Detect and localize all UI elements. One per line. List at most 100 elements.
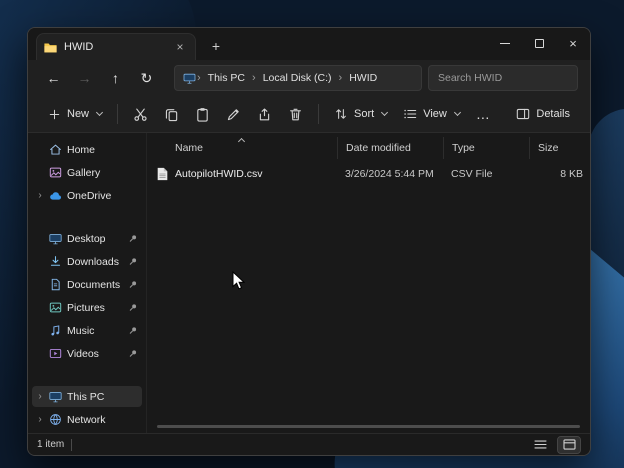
command-toolbar: New Sort	[28, 96, 590, 133]
breadcrumb-hwid[interactable]: HWID	[343, 70, 383, 86]
forward-button[interactable]: →	[71, 65, 98, 91]
refresh-button[interactable]: ↻	[133, 65, 160, 91]
minimize-icon	[500, 43, 510, 44]
sidebar-label: This PC	[67, 391, 138, 403]
desktop: HWID × + × ← → ↑ ↻ › This PC › Local Dis…	[0, 0, 624, 468]
chevron-down-icon	[454, 109, 461, 116]
sidebar-label: Gallery	[67, 167, 138, 179]
file-size: 8 KB	[529, 168, 589, 180]
sidebar-item-documents[interactable]: Documents	[32, 274, 142, 295]
documents-icon	[49, 278, 62, 291]
navigation-bar: ← → ↑ ↻ › This PC › Local Disk (C:) › HW…	[28, 60, 590, 96]
new-button[interactable]: New	[40, 100, 110, 128]
gallery-icon	[49, 166, 62, 179]
file-row-autopilothwid[interactable]: AutopilotHWID.csv 3/26/2024 5:44 PM CSV …	[147, 163, 590, 185]
column-header-type[interactable]: Type	[443, 137, 529, 159]
sidebar-label: Documents	[67, 279, 123, 291]
details-button[interactable]: Details	[508, 100, 578, 128]
copy-button[interactable]	[158, 100, 185, 128]
breadcrumb-chevron-icon: ›	[196, 72, 202, 84]
paste-icon	[195, 107, 210, 122]
explorer-tab[interactable]: HWID ×	[36, 33, 196, 60]
share-button[interactable]	[251, 100, 278, 128]
search-input[interactable]	[438, 72, 568, 84]
sidebar-label: Desktop	[67, 233, 123, 245]
maximize-icon	[535, 39, 544, 48]
breadcrumb-this-pc[interactable]: This PC	[202, 70, 251, 86]
sidebar-item-home[interactable]: Home	[32, 139, 142, 160]
chevron-right-icon[interactable]: ›	[36, 391, 44, 402]
paste-button[interactable]	[189, 100, 216, 128]
chevron-right-icon[interactable]: ›	[36, 190, 44, 201]
up-button[interactable]: ↑	[102, 65, 129, 91]
sort-button[interactable]: Sort	[326, 100, 395, 128]
view-icon	[403, 107, 417, 121]
pin-icon	[128, 257, 138, 266]
sort-label: Sort	[354, 108, 374, 120]
onedrive-icon	[49, 191, 62, 201]
sort-icon	[334, 107, 348, 121]
more-options-button[interactable]: …	[470, 100, 497, 128]
address-bar[interactable]: › This PC › Local Disk (C:) › HWID	[174, 65, 422, 91]
mouse-cursor	[232, 271, 245, 290]
sidebar-item-videos[interactable]: Videos	[32, 343, 142, 364]
pin-icon	[128, 303, 138, 312]
sidebar-item-network[interactable]: › Network	[32, 409, 142, 430]
sidebar-label: OneDrive	[67, 190, 138, 202]
window-controls: ×	[488, 28, 590, 58]
rename-button[interactable]	[220, 100, 247, 128]
sidebar-label: Music	[67, 325, 123, 337]
pictures-icon	[49, 301, 62, 314]
file-name: AutopilotHWID.csv	[175, 168, 263, 180]
maximize-button[interactable]	[522, 28, 556, 58]
folder-icon	[44, 42, 57, 53]
titlebar: HWID × + ×	[28, 28, 590, 60]
pin-icon	[128, 326, 138, 335]
status-bar: 1 item	[28, 433, 590, 455]
breadcrumb-chevron-icon: ›	[251, 72, 257, 84]
delete-button[interactable]	[282, 100, 309, 128]
pin-icon	[128, 280, 138, 289]
sidebar-item-gallery[interactable]: Gallery	[32, 162, 142, 183]
rename-icon	[226, 107, 241, 122]
tab-title: HWID	[64, 41, 165, 53]
sidebar-label: Videos	[67, 348, 123, 360]
toolbar-divider	[318, 104, 319, 124]
back-button[interactable]: ←	[40, 65, 67, 91]
list-view-toggle-button[interactable]	[529, 437, 551, 453]
file-list-pane: Name Date modified Type Size AutopilotHW…	[146, 133, 590, 433]
sidebar-item-onedrive[interactable]: › OneDrive	[32, 185, 142, 206]
cut-button[interactable]	[127, 100, 154, 128]
details-view-icon	[563, 439, 576, 450]
videos-icon	[49, 347, 62, 360]
close-button[interactable]: ×	[556, 28, 590, 58]
column-header-name[interactable]: Name	[147, 137, 337, 159]
search-box[interactable]	[428, 65, 578, 91]
details-view-toggle-button[interactable]	[558, 437, 580, 453]
navigation-pane: Home Gallery › OneDrive Desktop	[28, 133, 146, 433]
trash-icon	[288, 107, 303, 122]
tab-close-icon[interactable]: ×	[172, 39, 188, 55]
chevron-right-icon[interactable]: ›	[36, 414, 44, 425]
column-header-date-modified[interactable]: Date modified	[337, 137, 443, 159]
sidebar-item-this-pc[interactable]: › This PC	[32, 386, 142, 407]
item-count: 1 item	[37, 439, 64, 450]
this-pc-icon	[183, 73, 196, 84]
downloads-icon	[49, 255, 62, 268]
column-header-size[interactable]: Size	[529, 137, 589, 159]
sidebar-label: Network	[67, 414, 138, 426]
cut-icon	[133, 107, 148, 122]
sidebar-item-downloads[interactable]: Downloads	[32, 251, 142, 272]
minimize-button[interactable]	[488, 28, 522, 58]
sidebar-item-music[interactable]: Music	[32, 320, 142, 341]
file-type: CSV File	[443, 168, 529, 180]
sidebar-label: Home	[67, 144, 138, 156]
sidebar-item-desktop[interactable]: Desktop	[32, 228, 142, 249]
file-date-modified: 3/26/2024 5:44 PM	[337, 168, 443, 180]
horizontal-scrollbar[interactable]	[157, 425, 580, 428]
new-tab-button[interactable]: +	[204, 35, 228, 57]
sidebar-item-pictures[interactable]: Pictures	[32, 297, 142, 318]
view-button[interactable]: View	[395, 100, 468, 128]
breadcrumb-local-disk-c[interactable]: Local Disk (C:)	[257, 70, 338, 86]
chevron-down-icon	[96, 109, 103, 116]
